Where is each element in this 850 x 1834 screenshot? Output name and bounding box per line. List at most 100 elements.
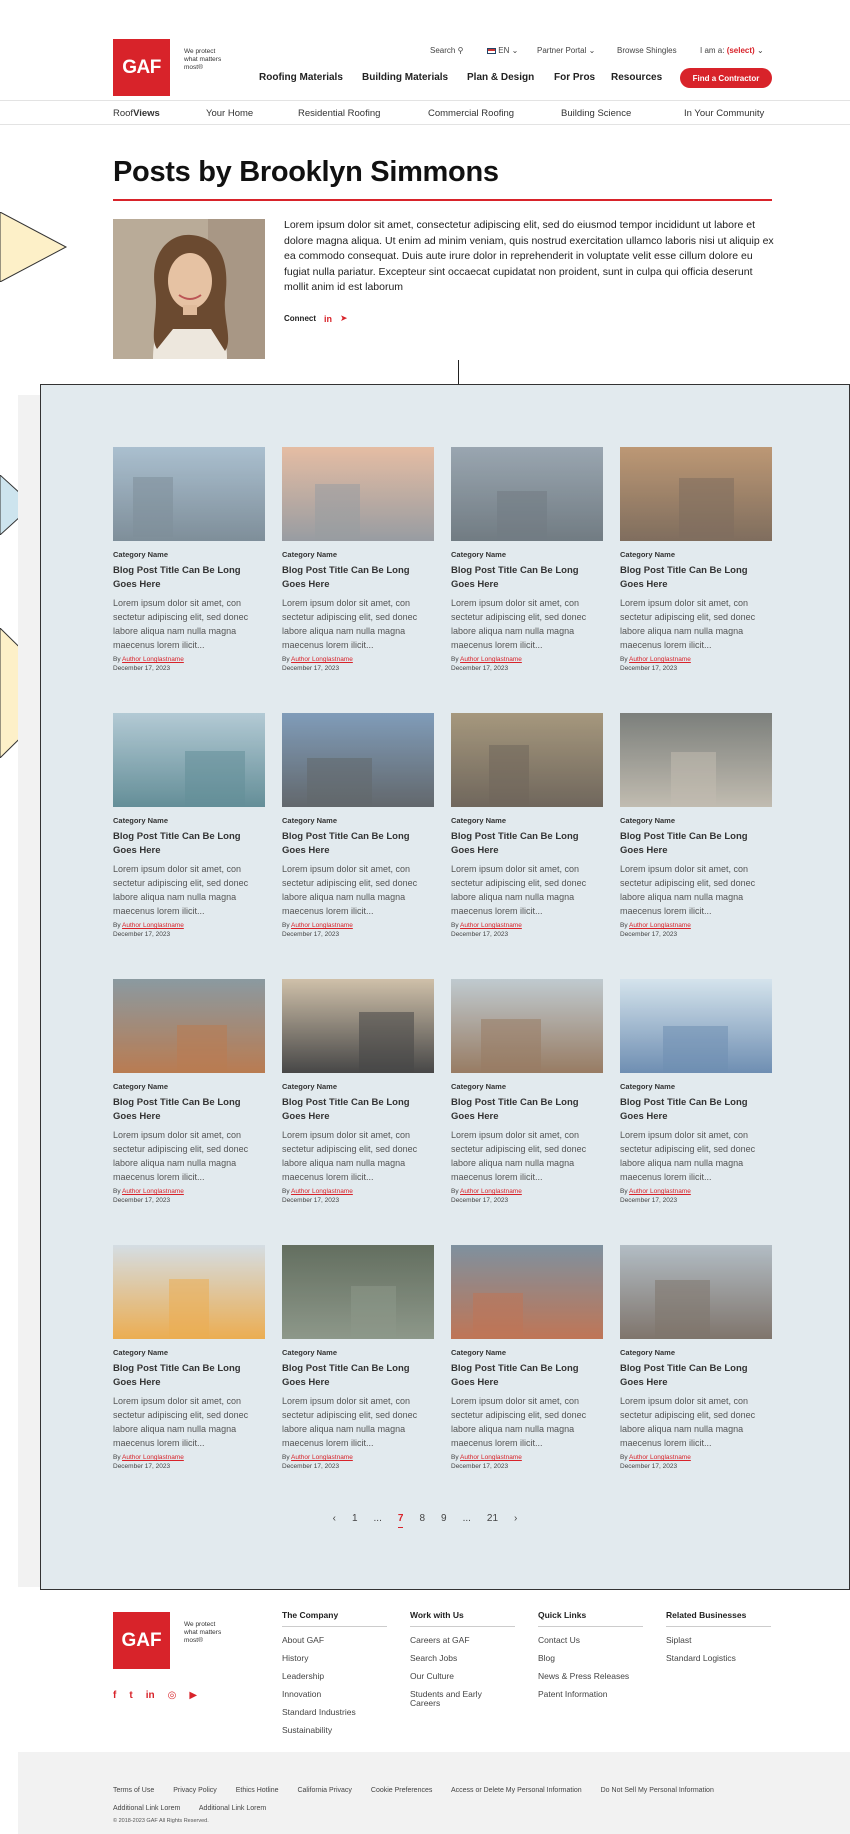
blog-card[interactable]: Category Name Blog Post Title Can Be Long… <box>620 1245 772 1470</box>
blog-card-title[interactable]: Blog Post Title Can Be Long Goes Here <box>620 1362 772 1390</box>
blog-card-title[interactable]: Blog Post Title Can Be Long Goes Here <box>113 564 265 592</box>
pagination-prev[interactable]: ‹ <box>333 1513 336 1528</box>
legal-link[interactable]: Cookie Preferences <box>371 1787 432 1794</box>
legal-link[interactable]: Ethics Hotline <box>236 1787 279 1794</box>
blog-card[interactable]: Category Name Blog Post Title Can Be Long… <box>282 979 434 1204</box>
blog-card-title[interactable]: Blog Post Title Can Be Long Goes Here <box>282 1362 434 1390</box>
author-link[interactable]: Author Longlastname <box>291 1454 353 1461</box>
blog-card[interactable]: Category Name Blog Post Title Can Be Long… <box>113 1245 265 1470</box>
author-link[interactable]: Author Longlastname <box>291 1188 353 1195</box>
blog-card-title[interactable]: Blog Post Title Can Be Long Goes Here <box>113 1362 265 1390</box>
subnav-commercial-roofing[interactable]: Commercial Roofing <box>428 108 514 119</box>
language-select[interactable]: EN ⌄ <box>487 46 518 55</box>
partner-portal-link[interactable]: Partner Portal ⌄ <box>537 46 595 55</box>
blog-card-image[interactable] <box>113 447 265 541</box>
roofviews-brand[interactable]: RoofViews <box>113 108 160 119</box>
blog-card-image[interactable] <box>620 1245 772 1339</box>
blog-card-image[interactable] <box>282 713 434 807</box>
linkedin-icon[interactable]: in <box>146 1690 155 1701</box>
blog-card-image[interactable] <box>620 713 772 807</box>
blog-card-title[interactable]: Blog Post Title Can Be Long Goes Here <box>620 1096 772 1124</box>
blog-card-image[interactable] <box>113 979 265 1073</box>
instagram-icon[interactable]: ◎ <box>168 1690 177 1701</box>
author-link[interactable]: Author Longlastname <box>460 1188 522 1195</box>
footer-link[interactable]: News & Press Releases <box>538 1672 643 1681</box>
blog-card-title[interactable]: Blog Post Title Can Be Long Goes Here <box>451 830 603 858</box>
blog-card-image[interactable] <box>282 447 434 541</box>
legal-link[interactable]: Additional Link Lorem <box>199 1805 266 1812</box>
author-link[interactable]: Author Longlastname <box>291 656 353 663</box>
blog-card-title[interactable]: Blog Post Title Can Be Long Goes Here <box>451 1096 603 1124</box>
blog-card-image[interactable] <box>451 713 603 807</box>
footer-link[interactable]: Patent Information <box>538 1690 643 1699</box>
footer-link[interactable]: Students and Early Careers <box>410 1690 490 1708</box>
blog-card-image[interactable] <box>620 979 772 1073</box>
blog-card[interactable]: Category Name Blog Post Title Can Be Long… <box>113 447 265 672</box>
footer-link[interactable]: Contact Us <box>538 1636 643 1645</box>
footer-gaf-logo[interactable]: GAF <box>113 1612 170 1669</box>
footer-link[interactable]: Innovation <box>282 1690 387 1699</box>
blog-card[interactable]: Category Name Blog Post Title Can Be Long… <box>620 447 772 672</box>
blog-card-title[interactable]: Blog Post Title Can Be Long Goes Here <box>620 830 772 858</box>
legal-link[interactable]: California Privacy <box>297 1787 351 1794</box>
nav-resources[interactable]: Resources <box>611 72 662 83</box>
pagination-page[interactable]: 8 <box>419 1513 425 1528</box>
blog-card-title[interactable]: Blog Post Title Can Be Long Goes Here <box>620 564 772 592</box>
footer-link[interactable]: Search Jobs <box>410 1654 515 1663</box>
nav-for-pros[interactable]: For Pros <box>554 72 595 83</box>
footer-link[interactable]: Our Culture <box>410 1672 515 1681</box>
legal-link[interactable]: Do Not Sell My Personal Information <box>601 1787 714 1794</box>
author-link[interactable]: Author Longlastname <box>122 1188 184 1195</box>
legal-link[interactable]: Privacy Policy <box>173 1787 217 1794</box>
pagination-page-active[interactable]: 7 <box>397 1513 404 1528</box>
author-link[interactable]: Author Longlastname <box>460 1454 522 1461</box>
pagination-page[interactable]: 9 <box>441 1513 447 1528</box>
linkedin-icon[interactable]: in <box>324 314 332 324</box>
blog-card-image[interactable] <box>113 713 265 807</box>
legal-link[interactable]: Terms of Use <box>113 1787 154 1794</box>
gaf-logo[interactable]: GAF <box>113 39 170 96</box>
blog-card[interactable]: Category Name Blog Post Title Can Be Long… <box>620 713 772 938</box>
author-link[interactable]: Author Longlastname <box>629 1188 691 1195</box>
author-link[interactable]: Author Longlastname <box>122 1454 184 1461</box>
i-am-select[interactable]: I am a: (select) ⌄ <box>700 46 764 55</box>
legal-link[interactable]: Additional Link Lorem <box>113 1805 180 1812</box>
blog-card-image[interactable] <box>282 1245 434 1339</box>
blog-card-image[interactable] <box>620 447 772 541</box>
blog-card-image[interactable] <box>113 1245 265 1339</box>
pagination-next[interactable]: › <box>514 1513 517 1528</box>
author-link[interactable]: Author Longlastname <box>460 656 522 663</box>
blog-card-title[interactable]: Blog Post Title Can Be Long Goes Here <box>451 564 603 592</box>
nav-plan-design[interactable]: Plan & Design <box>467 72 534 83</box>
blog-card[interactable]: Category Name Blog Post Title Can Be Long… <box>620 979 772 1204</box>
utility-search[interactable]: Search ⚲ <box>430 46 463 55</box>
author-link[interactable]: Author Longlastname <box>122 922 184 929</box>
blog-card-image[interactable] <box>282 979 434 1073</box>
twitter-icon[interactable]: t <box>129 1690 132 1701</box>
blog-card-title[interactable]: Blog Post Title Can Be Long Goes Here <box>113 830 265 858</box>
facebook-icon[interactable]: f <box>113 1690 116 1701</box>
blog-card[interactable]: Category Name Blog Post Title Can Be Long… <box>282 713 434 938</box>
author-link[interactable]: Author Longlastname <box>291 922 353 929</box>
blog-card-title[interactable]: Blog Post Title Can Be Long Goes Here <box>282 830 434 858</box>
blog-card-title[interactable]: Blog Post Title Can Be Long Goes Here <box>451 1362 603 1390</box>
blog-card-image[interactable] <box>451 1245 603 1339</box>
footer-link[interactable]: Leadership <box>282 1672 387 1681</box>
pagination-page[interactable]: 1 <box>352 1513 358 1528</box>
subnav-residential-roofing[interactable]: Residential Roofing <box>298 108 380 119</box>
author-link[interactable]: Author Longlastname <box>460 922 522 929</box>
find-contractor-button[interactable]: Find a Contractor <box>680 68 772 88</box>
blog-card-title[interactable]: Blog Post Title Can Be Long Goes Here <box>282 564 434 592</box>
subnav-in-your-community[interactable]: In Your Community <box>684 108 764 119</box>
footer-link[interactable]: Blog <box>538 1654 643 1663</box>
blog-card[interactable]: Category Name Blog Post Title Can Be Long… <box>282 447 434 672</box>
legal-link[interactable]: Access or Delete My Personal Information <box>451 1787 582 1794</box>
footer-link[interactable]: History <box>282 1654 387 1663</box>
footer-link[interactable]: Sustainability <box>282 1726 387 1735</box>
blog-card-image[interactable] <box>451 447 603 541</box>
blog-card[interactable]: Category Name Blog Post Title Can Be Long… <box>113 713 265 938</box>
footer-link[interactable]: Standard Industries <box>282 1708 387 1717</box>
footer-link[interactable]: About GAF <box>282 1636 387 1645</box>
browse-shingles-link[interactable]: Browse Shingles <box>617 46 677 55</box>
twitter-icon[interactable]: ➤ <box>340 313 348 324</box>
